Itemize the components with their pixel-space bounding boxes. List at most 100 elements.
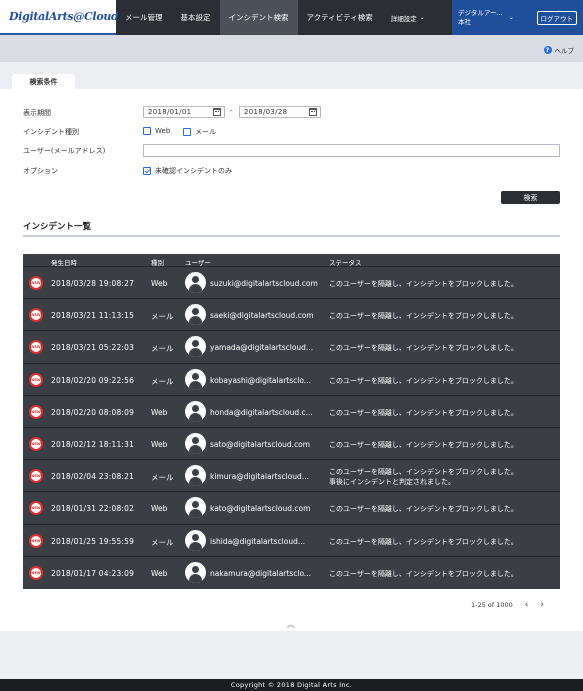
status-text: このユーザーを隔離し、インシデントをブロックしました。 [329, 569, 518, 578]
incident-list-title: インシデント一覧 [23, 222, 92, 232]
status-text: このユーザーを隔離し、インシデントをブロックしました。 [329, 376, 518, 385]
nav-basic-settings[interactable]: 基本設定 [172, 0, 220, 35]
cell-user[interactable]: suzuki@digitalartscloud.com [210, 279, 324, 288]
cell-type: メール [151, 473, 174, 483]
table-row[interactable]: NEW 2018/02/04 23:08:21 メール kimura@digitala… [23, 460, 560, 493]
cell-status: このユーザーを隔離し、インシデントをブロックしました。 [329, 343, 518, 353]
date-from-input[interactable]: 2018/01/01 [143, 106, 225, 118]
cell-status: このユーザーを隔離し、インシデントをブロックしました。 事後にインシデントと判定さ… [329, 467, 518, 487]
column-type[interactable]: 種別 [151, 257, 164, 267]
column-date[interactable]: 発生日時 [51, 257, 77, 267]
cell-type: メール [151, 312, 174, 322]
cell-type: Web [151, 407, 168, 417]
cell-user[interactable]: kobayashi@digitalartsclo... [210, 376, 324, 385]
collapse-up-icon[interactable]: ︽ [287, 619, 295, 630]
table-row[interactable]: NEW 2018/01/17 04:23:09 Web nakamura@digita… [23, 557, 560, 589]
avatar-icon [185, 465, 206, 487]
cell-type: メール [151, 344, 174, 354]
user-email-label: ユーザー(メールアドレス) [23, 147, 106, 155]
table-header: 発生日時 種別 ユーザー ステータス [23, 254, 560, 267]
cell-date: 2018/01/31 22:08:02 [51, 504, 135, 514]
period-label: 表示期間 [23, 109, 51, 117]
cell-type: Web [151, 279, 168, 288]
new-badge: NEW [29, 404, 43, 419]
cell-type: メール [151, 376, 174, 386]
new-badge: NEW [29, 565, 43, 580]
avatar-icon [185, 336, 206, 358]
status-note: 事後にインシデントと判定されました。 [329, 478, 455, 487]
user-email-input[interactable] [143, 144, 560, 157]
cell-status: このユーザーを隔離し、インシデントをブロックしました。 [329, 408, 518, 418]
cell-user[interactable]: saeki@digitalartscloud.com [210, 311, 324, 320]
table-row[interactable]: NEW 2018/03/21 05:22:03 メール yamada@digitala… [23, 331, 560, 364]
next-page-icon[interactable]: › [540, 600, 544, 610]
unconfirmed-only-checkbox[interactable]: 未確認インシデントのみ [143, 166, 232, 176]
calendar-icon[interactable] [213, 108, 221, 116]
nav-incident-search[interactable]: インシデント検索 [219, 0, 298, 35]
table-row[interactable]: NEW 2018/02/12 18:11:31 Web sato@digitalart… [23, 428, 560, 461]
cell-type: Web [151, 568, 168, 578]
table-row[interactable]: NEW 2018/01/31 22:08:02 Web kato@digitalart… [23, 492, 560, 525]
cell-date: 2018/02/20 09:22:56 [51, 375, 135, 385]
new-badge: NEW [29, 501, 43, 516]
type-mail-checkbox[interactable]: メール [183, 127, 216, 137]
nav-activity-search[interactable]: アクティビティ検索 [298, 0, 382, 35]
column-user[interactable]: ユーザー [185, 257, 211, 267]
page-total: 1000 [496, 601, 513, 609]
table-row[interactable]: NEW 2018/03/21 11:13:15 メール saeki@digitalar… [23, 299, 560, 332]
avatar-icon [185, 304, 206, 326]
nav-mail-management[interactable]: メール管理 [116, 0, 172, 35]
brand-logo[interactable]: DigitalArts@Cloud [0, 0, 119, 35]
checkbox-checked-icon[interactable] [143, 167, 151, 175]
table-row[interactable]: NEW 2018/02/20 09:22:56 メール kobayashi@digit… [23, 364, 560, 396]
column-status[interactable]: ステータス [329, 257, 362, 267]
table-row[interactable]: NEW 2018/01/25 19:55:59 メール ishida@digitala… [23, 525, 560, 557]
prev-page-icon[interactable]: ‹ [525, 600, 529, 610]
incident-table: 発生日時 種別 ユーザー ステータス NEW 2018/03/28 19:08:2… [23, 254, 560, 589]
date-to-value: 2018/03/28 [244, 108, 288, 116]
cell-date: 2018/02/20 08:08:09 [51, 407, 135, 417]
checkbox-icon[interactable] [183, 128, 191, 136]
table-row[interactable]: NEW 2018/02/20 08:08:09 Web honda@digitalar… [23, 396, 560, 428]
logout-button[interactable]: ログアウト [536, 10, 577, 25]
cell-status: このユーザーを隔離し、インシデントをブロックしました。 [329, 504, 518, 514]
new-badge: NEW [29, 436, 43, 451]
cell-user[interactable]: sato@digitalartscloud.com [210, 440, 324, 449]
search-button[interactable]: 検索 [501, 191, 560, 204]
top-navigation: DigitalArts@Cloud メール管理 基本設定 インシデント検索 アク… [0, 0, 583, 35]
help-link[interactable]: ? ヘルプ [543, 45, 575, 55]
avatar-icon [185, 497, 206, 519]
new-badge: NEW [29, 533, 43, 548]
cell-user[interactable]: yamada@digitalartscloud... [210, 343, 324, 352]
cell-status: このユーザーを隔離し、インシデントをブロックしました。 [329, 569, 518, 579]
new-badge: NEW [29, 308, 43, 323]
date-to-input[interactable]: 2018/03/28 [239, 106, 321, 118]
type-web-checkbox[interactable]: Web [143, 127, 170, 135]
calendar-icon[interactable] [309, 108, 317, 116]
cell-user[interactable]: kato@digitalartscloud.com [210, 504, 324, 513]
cell-user[interactable]: honda@digitalartscloud.c... [210, 408, 324, 417]
user-branch: 本社 [458, 17, 471, 26]
status-text: このユーザーを隔離し、インシデントをブロックしました。 [329, 537, 518, 546]
cell-date: 2018/02/12 18:11:31 [51, 439, 135, 449]
cell-user[interactable]: ishida@digitalartscloud... [210, 537, 324, 546]
help-label: ヘルプ [554, 47, 575, 55]
user-menu[interactable]: デジタルアー... 本社 ⌄ ログアウト [452, 0, 583, 35]
help-icon: ? [543, 46, 552, 54]
cell-type: Web [151, 504, 168, 514]
tab-search-conditions[interactable]: 検索条件 [12, 74, 75, 89]
checkbox-icon[interactable] [143, 127, 151, 135]
status-text: このユーザーを隔離し、インシデントをブロックしました。 [329, 344, 518, 353]
subheader-bar [0, 35, 583, 62]
cell-date: 2018/02/04 23:08:21 [51, 472, 135, 482]
cell-status: このユーザーを隔離し、インシデントをブロックしました。 [329, 311, 518, 321]
table-row[interactable]: NEW 2018/03/28 19:08:27 Web suzuki@digitala… [23, 267, 560, 300]
footer-copyright: Copyright © 2018 Digital Arts Inc. [0, 679, 583, 691]
nav-advanced-settings[interactable]: 詳細設定 ⌄ [382, 0, 434, 35]
date-from-value: 2018/01/01 [148, 108, 192, 116]
unconfirmed-only-label: 未確認インシデントのみ [155, 167, 232, 175]
avatar-icon [185, 400, 206, 422]
cell-user[interactable]: kimura@digitalartscloud... [210, 472, 324, 481]
cell-user[interactable]: nakamura@digitalartsclo... [210, 569, 324, 578]
type-web-label: Web [155, 127, 171, 135]
